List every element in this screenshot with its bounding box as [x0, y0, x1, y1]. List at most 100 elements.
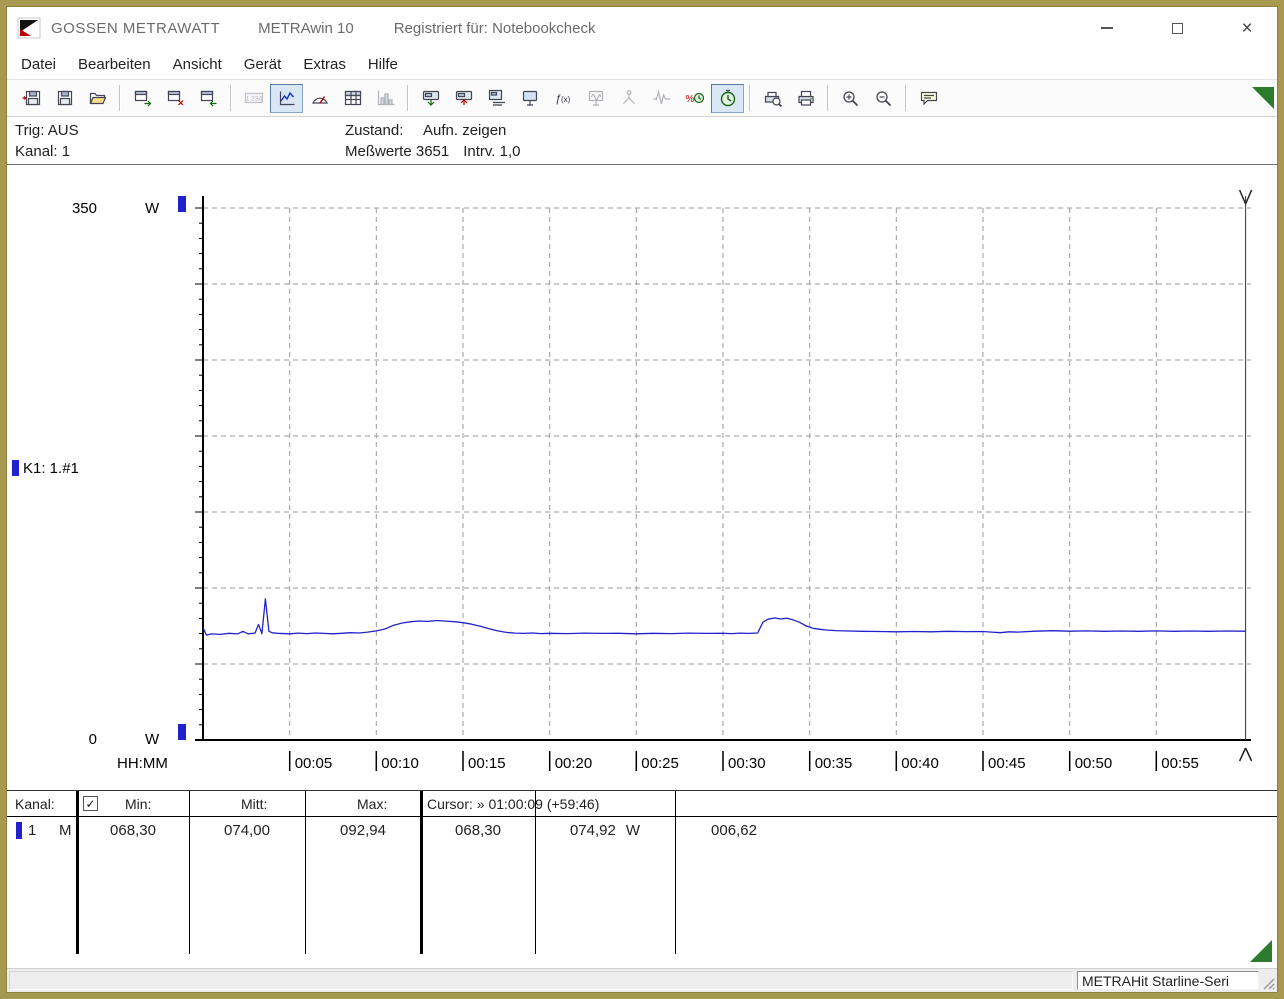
close-button[interactable]: × [1231, 13, 1263, 43]
close-icon: × [1241, 17, 1253, 39]
channel-legend-marker [12, 460, 19, 476]
maximize-icon [1171, 22, 1183, 34]
menu-item-hilfe[interactable]: Hilfe [357, 52, 409, 77]
interval-status: Intrv. 1,0 [463, 143, 521, 160]
cursor-b-value: 074,92 W [535, 822, 675, 839]
device-send-button[interactable] [447, 84, 480, 113]
device-waveform-button[interactable] [645, 84, 678, 113]
monitor-icon [522, 90, 537, 106]
menubar: Datei Bearbeiten Ansicht Gerät Extras Hilfe [7, 49, 1277, 79]
view-table-button[interactable] [336, 84, 369, 113]
printer-icon [797, 90, 814, 106]
resize-grip[interactable] [1259, 971, 1275, 990]
status-panel: Trig: AUS Kanal: 1 Zustand: Aufn. zeigen … [7, 117, 1277, 165]
svg-text:00:10: 00:10 [381, 755, 419, 772]
device-scope-button[interactable] [579, 84, 612, 113]
minimize-button[interactable] [1091, 13, 1123, 43]
svg-text:00:05: 00:05 [295, 755, 333, 772]
app-window: GOSSEN METRAWATT METRAwin 10 Registriert… [7, 7, 1277, 992]
cursor-header: Cursor: » 01:00:09 (+59:46) [427, 796, 600, 812]
svg-text:00:45: 00:45 [988, 755, 1026, 772]
win-red-icon [167, 90, 183, 106]
window-title: METRAwin 10 [258, 19, 354, 37]
menu-item-geraet[interactable]: Gerät [233, 52, 293, 77]
minimize-icon [1101, 27, 1113, 29]
view-chart-button[interactable] [270, 83, 303, 113]
channel-legend: K1: 1.#1 [23, 460, 79, 477]
view-histogram-button[interactable] [369, 84, 402, 113]
pane-grip-triangle-top[interactable] [1252, 87, 1274, 109]
svg-text:00:20: 00:20 [555, 755, 593, 772]
device-percent-timer-button[interactable]: % [678, 84, 711, 113]
device-monitor-button[interactable] [513, 84, 546, 113]
table-icon [344, 90, 361, 106]
view-numeric-button[interactable]: 1.234 [237, 84, 270, 113]
histogram-icon [377, 90, 394, 106]
x-axis-unit: HH:MM [117, 755, 168, 772]
export-window-button[interactable] [126, 84, 159, 113]
menu-item-datei[interactable]: Datei [10, 52, 67, 77]
svg-text:00:55: 00:55 [1161, 755, 1199, 772]
print-button[interactable] [789, 84, 822, 113]
maximize-button[interactable] [1161, 13, 1193, 43]
new-recording-button[interactable] [15, 84, 48, 113]
menu-item-bearbeiten[interactable]: Bearbeiten [67, 52, 162, 77]
svg-text:00:35: 00:35 [815, 755, 853, 772]
y-axis-ticks [195, 207, 203, 741]
statusbar: METRAHit Starline-Seri [7, 968, 1277, 992]
open-button[interactable] [81, 84, 114, 113]
device-function-button[interactable]: ƒ (x) [546, 84, 579, 113]
titlebar: GOSSEN METRAWATT METRAwin 10 Registriert… [7, 7, 1277, 49]
pane-grip-triangle-bottom[interactable] [1250, 940, 1272, 962]
x-axis-ticks: 00:05 00:10 00:15 00:20 00:25 00:30 00:35 00:40… [288, 751, 1199, 772]
dev-list-icon [488, 89, 505, 106]
channel-mode: M [59, 822, 72, 839]
close-window-button[interactable] [159, 84, 192, 113]
wave-icon [653, 89, 670, 105]
import-window-button[interactable] [192, 84, 225, 113]
cursor-a-value: 068,30 [455, 822, 501, 839]
folder-icon [89, 92, 106, 105]
max-header: Max: [357, 796, 388, 812]
toolbar-separator [905, 85, 907, 111]
percent-clock-icon: % [685, 92, 704, 105]
annotation-button[interactable] [912, 84, 945, 113]
resize-grip-icon [1263, 978, 1275, 990]
zoom-in-button[interactable] [834, 84, 867, 113]
toolbar-separator [827, 85, 829, 111]
chart-svg: 00:05 00:10 00:15 00:20 00:25 00:30 00:35 00:40… [12, 189, 1253, 772]
device-read-button[interactable] [414, 84, 447, 113]
svg-text:00:40: 00:40 [901, 755, 939, 772]
gridlines [203, 207, 1251, 740]
zustand-label: Zustand: [345, 122, 404, 139]
cursor-b-unit: W [625, 822, 641, 839]
fx-icon: ƒ (x) [555, 93, 571, 105]
y-range-marker-bottom [178, 724, 186, 740]
menu-item-extras[interactable]: Extras [292, 52, 357, 77]
timer-icon [720, 89, 735, 107]
meter-icon [311, 96, 328, 104]
statusbar-message-panel [9, 971, 1073, 990]
stats-header: Kanal: ✓ Min: Mitt: Max: Cursor: » 01:00… [7, 791, 1277, 817]
zoom-out-button[interactable] [867, 84, 900, 113]
device-branch-button[interactable] [612, 84, 645, 113]
zustand-value: Aufn. zeigen [423, 122, 507, 139]
win-in-icon [200, 90, 216, 107]
device-timer-button[interactable] [711, 83, 744, 113]
device-list-button[interactable] [480, 84, 513, 113]
channel-visible-checkbox[interactable]: ✓ [83, 796, 98, 811]
min-header: Min: [125, 796, 152, 812]
print-preview-button[interactable] [756, 84, 789, 113]
channel-number: 1 [28, 822, 37, 839]
registered-text: Registriert für: Notebookcheck [393, 19, 596, 37]
dev-send-icon [455, 90, 472, 105]
svg-text:1.234: 1.234 [245, 96, 262, 103]
toolbar-separator [407, 85, 409, 111]
disk-in-icon [22, 90, 40, 106]
note-icon [920, 91, 937, 106]
save-button[interactable] [48, 84, 81, 113]
branch-icon [622, 90, 635, 104]
view-meter-button[interactable] [303, 84, 336, 113]
menu-item-ansicht[interactable]: Ansicht [162, 52, 233, 77]
messwerte-status: Meßwerte 3651 [345, 143, 450, 160]
